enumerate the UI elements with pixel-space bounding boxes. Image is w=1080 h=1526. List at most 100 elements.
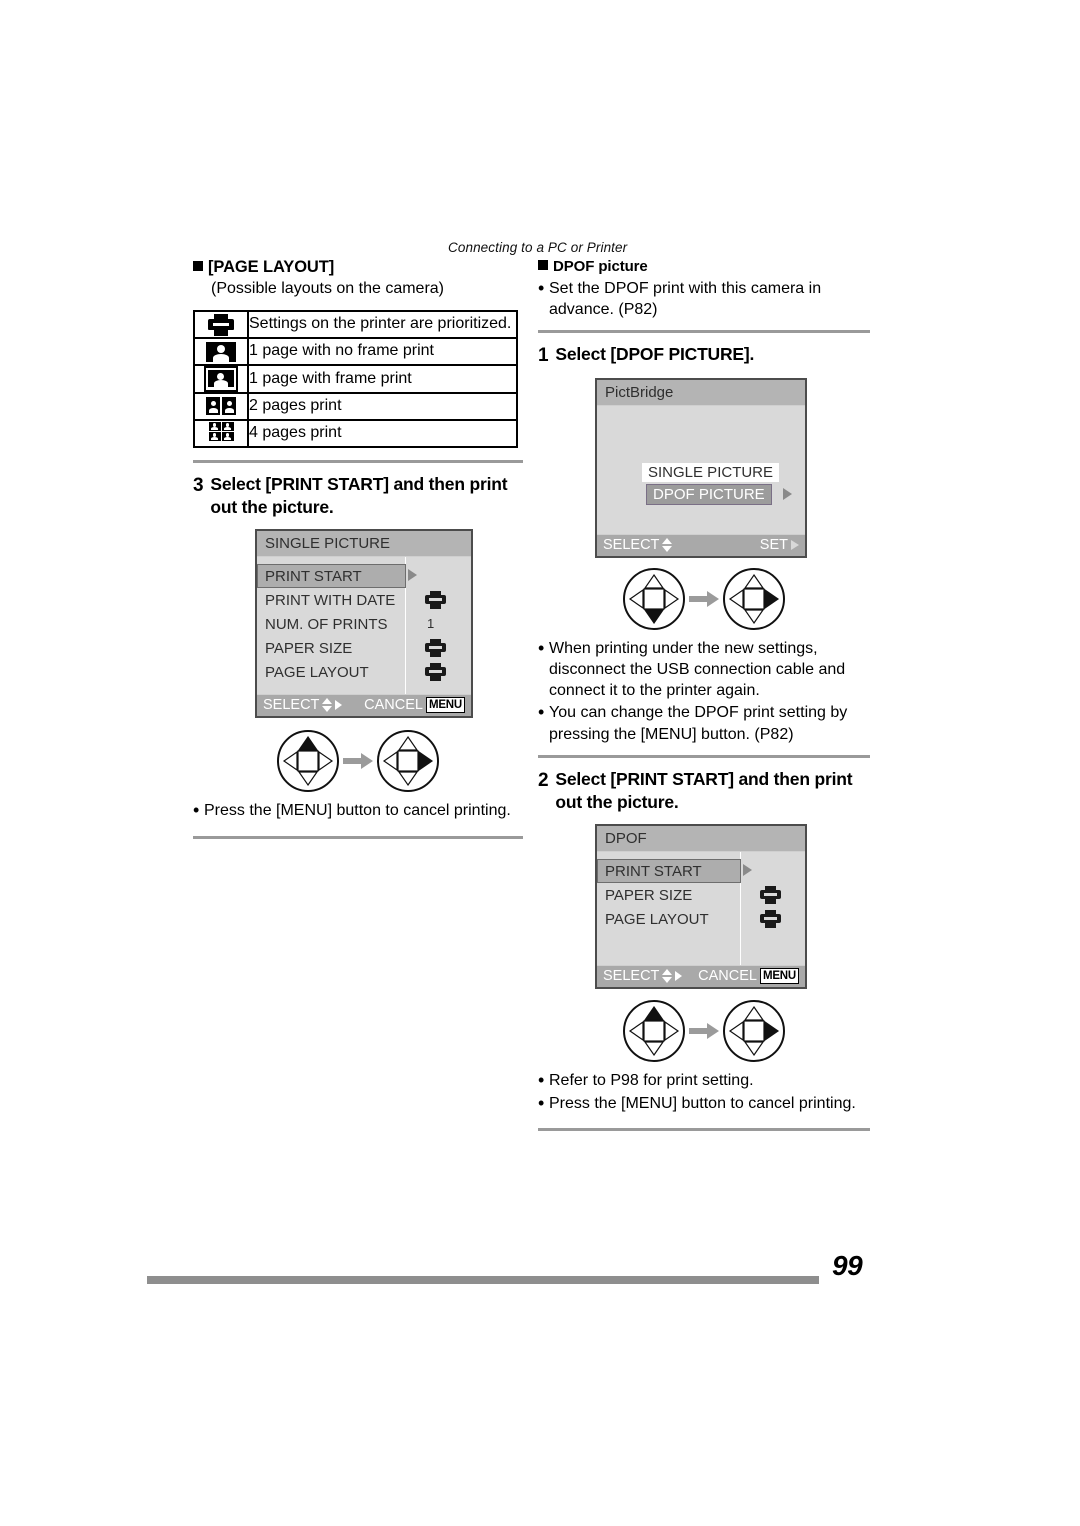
menu-row-page-layout[interactable]: PAGE LAYOUT [257,660,471,684]
menu-row-paper-size[interactable]: PAPER SIZE [597,883,805,907]
table-row: 2 pages print [193,392,518,421]
navpad-arrows [282,736,334,787]
table-cell-description: 4 pages print [247,419,518,448]
person-glyph [208,370,234,388]
navpad-up [623,1000,685,1063]
bullet-dot: • [538,1092,545,1113]
bullet-text: When printing under the new settings, di… [549,639,846,700]
up-down-arrows-icon [322,698,333,713]
navpad-sequence-1 [193,730,523,793]
menu-row-label: PRINT START [265,567,362,585]
bullet-item: • When printing under the new settings, … [538,638,870,702]
left-column: [PAGE LAYOUT] (Possible layouts on the c… [193,258,523,849]
menu-row-paper-size[interactable]: PAPER SIZE [257,636,471,660]
navpad-arrows [628,573,680,624]
menu-row-value [425,639,446,658]
table-row: Settings on the printer are prioritized. [193,310,518,339]
table-cell-description: 1 page with no frame print [247,337,518,366]
status-select-label: SELECT [603,968,660,985]
menu-row-label: PAPER SIZE [605,886,693,904]
mid-bullets: • When printing under the new settings, … [538,638,870,745]
left-bullets: • Press the [MENU] button to cancel prin… [193,800,523,822]
menu-row-num-of-prints[interactable]: NUM. OF PRINTS 1 [257,612,471,636]
single-picture-screen: SINGLE PICTURE PRINT START PRINT WITH DA… [255,529,473,719]
right-arrow-icon [675,971,683,982]
screen-title: DPOF [597,826,805,853]
printer-icon [425,663,446,682]
printer-icon [208,313,234,336]
navpad-sequence-3 [538,1000,870,1063]
sequence-arrow-icon [343,753,373,770]
menu-row-label: PAGE LAYOUT [605,910,709,928]
status-set: SET [760,537,799,553]
bullet-dot: • [538,278,545,298]
sequence-arrow-icon [689,590,719,607]
bullet-dot: • [538,702,545,723]
bullet-dot: • [538,637,545,658]
bullet-text: Refer to P98 for print setting. [549,1072,754,1090]
status-cancel-label: CANCEL [364,697,423,714]
pictbridge-screen: PictBridge SINGLE PICTURE DPOF PICTURE S… [595,377,807,558]
person-glyph [208,421,221,431]
step-heading-2: 2 Select [PRINT START] and then print ou… [538,768,870,814]
screen-status-bar: SELECT CANCEL MENU [257,694,471,717]
printer-icon [760,886,781,905]
menu-button-chip: MENU [759,968,799,985]
menu-row-label: PAGE LAYOUT [265,663,369,681]
bullet-item: • Press the [MENU] button to cancel prin… [538,1093,870,1115]
menu-row-print-start[interactable]: PRINT START [597,859,752,884]
table-row: 4 pages print [193,419,518,448]
one-page-no-frame-icon-cell [193,337,249,366]
manual-page: Connecting to a PC or Printer [PAGE LAYO… [0,0,1080,1526]
menu-row-label: PRINT START [605,862,702,880]
chevron-right-icon [743,864,752,877]
screen-body: PRINT START PAPER SIZE PAGE LAYOUT [597,852,805,966]
printer-icon [425,639,446,658]
bullet-dot: • [538,1070,545,1091]
bullet-text: Press the [MENU] button to cancel printi… [549,1094,856,1112]
dpof-screen: DPOF PRINT START PAPER SIZE PAGE LAYOUT … [595,824,807,990]
status-select: SELECT [603,537,673,553]
page-layout-table: Settings on the printer are prioritized.… [193,310,518,448]
menu-row-value: 1 [427,616,435,632]
menu-row-print-start[interactable]: PRINT START [257,564,417,589]
page-layout-heading: [PAGE LAYOUT] [193,258,523,277]
step-number: 1 [538,344,549,366]
printer-icon [425,591,446,610]
four-pages-icon-cell [193,419,249,448]
two-pages-icon [205,397,237,416]
step-text: Select [PRINT START] and then print out … [210,474,508,518]
bullet-text: Set the DPOF print with this camera in a… [549,280,822,319]
status-set-label: SET [759,536,788,553]
option-single-picture[interactable]: SINGLE PICTURE [642,462,780,482]
sequence-arrow-icon [689,1023,719,1040]
person-glyph [206,397,220,416]
table-cell-description: 2 pages print [247,392,518,421]
one-page-no-frame-icon [206,341,236,362]
screen-status-bar: SELECT CANCEL MENU [597,965,805,988]
bottom-bullets: • Refer to P98 for print setting. • Pres… [538,1070,870,1114]
one-page-with-frame-icon [204,366,238,392]
menu-row-label: PAPER SIZE [265,639,353,657]
table-cell-description: 1 page with frame print [247,364,518,394]
option-dpof-picture[interactable]: DPOF PICTURE [646,483,772,505]
step-text: Select [DPOF PICTURE]. [555,343,755,364]
bullet-square-icon [193,261,203,271]
status-cancel: CANCEL MENU [698,968,799,985]
menu-row-print-with-date[interactable]: PRINT WITH DATE [257,588,471,612]
menu-row-value [760,910,781,929]
menu-button-chip: MENU [425,697,465,714]
right-arrow-outline-icon [791,539,799,550]
navpad-arrows [728,573,780,624]
navpad-up [277,730,339,793]
bullet-square-icon [538,260,548,270]
step-text: Select [PRINT START] and then print out … [555,768,853,813]
menu-row-label: PRINT WITH DATE [265,591,396,609]
menu-row-page-layout[interactable]: PAGE LAYOUT [597,907,805,931]
bullet-item: • Refer to P98 for print setting. [538,1070,870,1092]
table-row: 1 page with no frame print [193,337,518,366]
navpad-right [377,730,439,793]
bullet-dot: • [193,800,200,821]
printer-icon-cell [193,310,249,339]
chevron-right-icon [783,487,792,500]
